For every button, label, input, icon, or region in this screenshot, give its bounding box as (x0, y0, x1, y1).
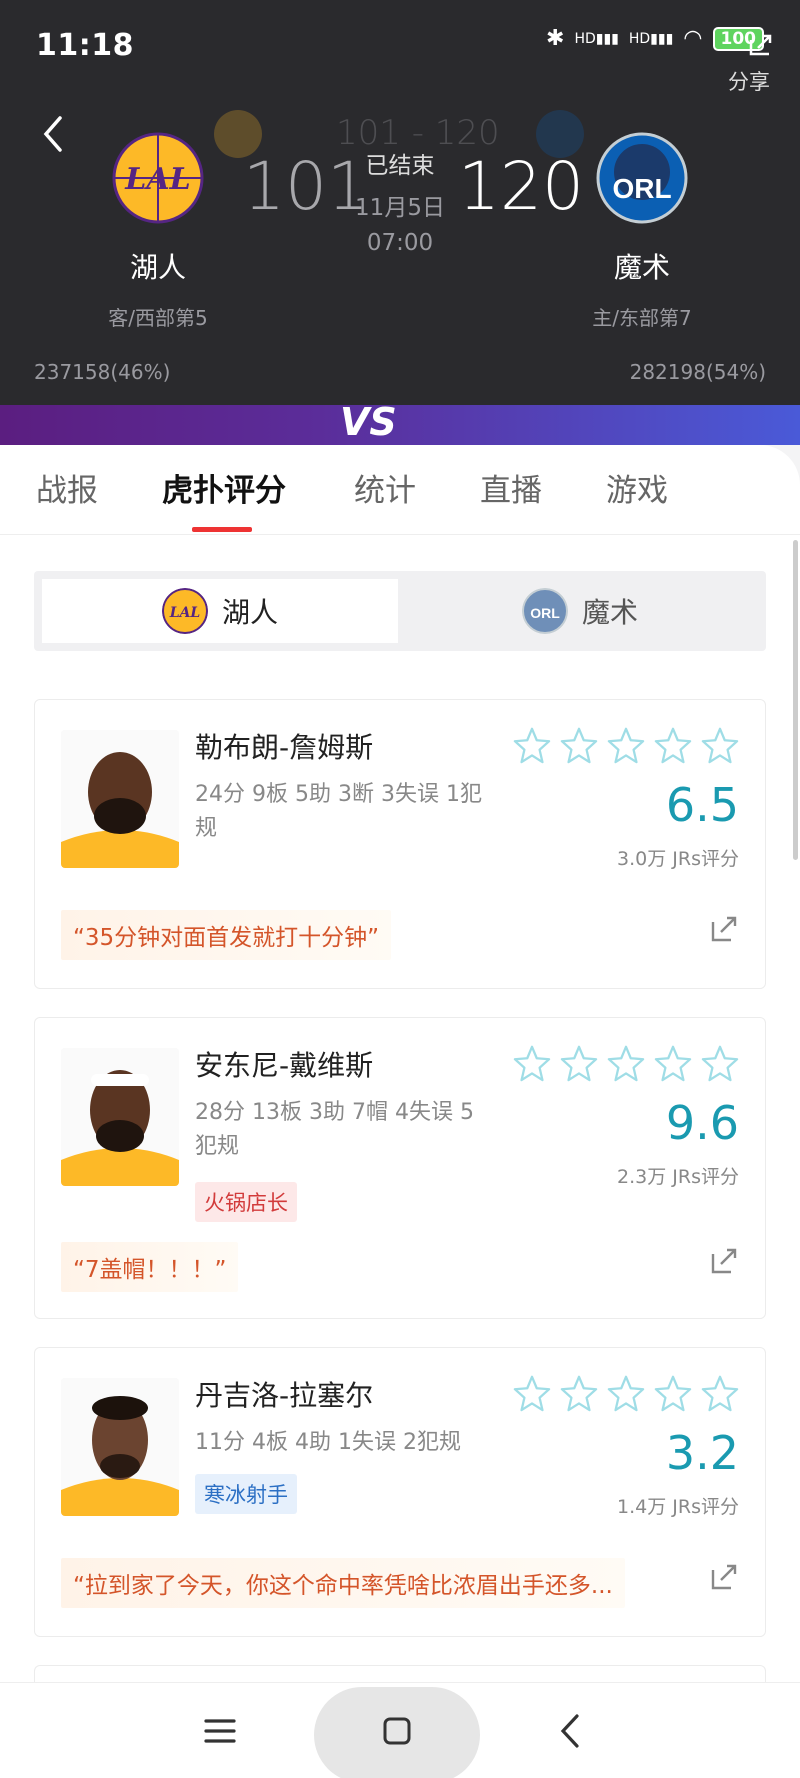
home-team-logo[interactable]: ORL (596, 132, 688, 224)
away-team-name: 湖人 (129, 251, 186, 284)
share-icon[interactable] (709, 914, 739, 944)
star-icon[interactable] (654, 1374, 692, 1412)
game-header: 11:18 ✱ HD▮▮▮ HD▮▮▮ ◠ 100 分享 101 - 120 L… (0, 0, 800, 410)
status-time: 11:18 (36, 28, 134, 63)
player-name: 勒布朗-詹姆斯 (195, 731, 374, 764)
vs-bar (0, 405, 800, 445)
share-icon[interactable] (709, 1562, 739, 1592)
star-icon[interactable] (560, 726, 598, 764)
player-avatar (61, 730, 179, 868)
star-icon[interactable] (560, 1044, 598, 1082)
team-switch-left-label: 湖人 (221, 596, 278, 629)
home-button[interactable] (366, 1683, 428, 1778)
player-card[interactable]: 安东尼-戴维斯 28分 13板 3助 7帽 4失误 5犯规 火锅店长 9.6 2… (34, 1017, 766, 1319)
scrollbar[interactable] (793, 540, 798, 860)
star-icon[interactable] (607, 1044, 645, 1082)
rating-stars[interactable] (513, 1044, 739, 1082)
star-icon[interactable] (654, 726, 692, 764)
vs-label: VS (340, 400, 397, 444)
home-team-name: 魔术 (613, 251, 670, 284)
star-icon[interactable] (701, 1374, 739, 1412)
player-avatar (61, 1048, 179, 1186)
player-tag: 寒冰射手 (195, 1474, 297, 1514)
tab-report[interactable]: 战报 (36, 465, 98, 510)
share-button[interactable]: 分享 (728, 34, 772, 96)
player-stats: 24分 9板 5助 3断 3失误 1犯规 (195, 782, 482, 841)
player-card[interactable]: 勒布朗-詹姆斯 24分 9板 5助 3断 3失误 1犯规 6.5 3.0万 JR… (34, 699, 766, 989)
player-tag: 火锅店长 (195, 1182, 297, 1222)
player-rating: 9.6 (665, 1096, 739, 1150)
star-icon[interactable] (560, 1374, 598, 1412)
ratings-content: LAL 湖人 ORL 魔术 勒布朗-詹姆斯 24分 9板 5助 3断 3失误 1… (0, 535, 800, 1705)
top-comment[interactable]: “35分钟对面首发就打十分钟” (61, 910, 392, 960)
player-card[interactable]: 丹吉洛-拉塞尔 11分 4板 4助 1失误 2犯规 寒冰射手 3.2 1.4万 … (34, 1347, 766, 1637)
star-icon[interactable] (654, 1044, 692, 1082)
star-icon[interactable] (607, 1374, 645, 1412)
star-icon[interactable] (701, 1044, 739, 1082)
team-switch-lakers[interactable]: LAL 湖人 (42, 579, 398, 643)
tab-rating[interactable]: 虎扑评分 (162, 465, 286, 510)
share-icon (749, 34, 772, 56)
signal-icon-2: HD▮▮▮ (628, 30, 674, 47)
magic-logo-icon: ORL (521, 588, 568, 634)
player-name: 安东尼-戴维斯 (195, 1049, 374, 1082)
rating-stars[interactable] (513, 1374, 739, 1412)
active-tab-indicator (192, 527, 252, 532)
away-votes: 237158(46%) (34, 360, 171, 384)
player-stats: 11分 4板 4助 1失误 2犯规 (195, 1430, 461, 1455)
home-icon (383, 1717, 411, 1745)
player-avatar (61, 1378, 179, 1516)
lakers-logo-icon: LAL (161, 588, 208, 634)
bluetooth-icon: ✱ (546, 26, 565, 51)
rating-count: 2.3万 JRs评分 (617, 1166, 739, 1188)
system-nav-bar (0, 1682, 800, 1778)
star-icon[interactable] (513, 1374, 551, 1412)
player-rating: 3.2 (665, 1426, 739, 1480)
tab-stats[interactable]: 统计 (354, 465, 416, 510)
menu-icon (204, 1719, 236, 1743)
share-icon[interactable] (709, 1246, 739, 1276)
team-switch-magic[interactable]: ORL 魔术 (402, 579, 758, 643)
wifi-icon: ◠ (683, 26, 703, 51)
tab-game[interactable]: 游戏 (606, 465, 668, 510)
magic-logo-text: ORL (530, 605, 560, 621)
player-rating: 6.5 (665, 778, 739, 832)
lakers-logo-text: LAL (169, 605, 201, 621)
star-icon[interactable] (513, 1044, 551, 1082)
away-team-rank: 客/西部第5 (108, 306, 208, 330)
share-label: 分享 (728, 70, 770, 94)
top-comment[interactable]: “7盖帽！！！” (61, 1242, 239, 1292)
team-switch-right-label: 魔术 (581, 596, 638, 629)
chevron-left-icon (560, 1714, 579, 1748)
team-switch: LAL 湖人 ORL 魔术 (34, 571, 766, 651)
rating-count: 3.0万 JRs评分 (617, 848, 739, 870)
player-name: 丹吉洛-拉塞尔 (195, 1379, 374, 1412)
top-comment[interactable]: “拉到家了今天，你这个命中率凭啥比浓眉出手还多... (61, 1558, 625, 1608)
signal-icon: HD▮▮▮ (574, 30, 619, 47)
back-button[interactable] (540, 1683, 600, 1778)
tab-live[interactable]: 直播 (480, 465, 542, 510)
menu-button[interactable] (190, 1683, 250, 1778)
star-icon[interactable] (513, 726, 551, 764)
player-stats: 28分 13板 3助 7帽 4失误 5犯规 (195, 1100, 474, 1159)
rating-count: 1.4万 JRs评分 (617, 1496, 739, 1518)
home-score: 120 (458, 148, 584, 225)
rating-stars[interactable] (513, 726, 739, 764)
star-icon[interactable] (607, 726, 645, 764)
home-votes: 282198(54%) (629, 360, 766, 384)
home-logo-text: ORL (612, 173, 671, 204)
tab-bar: 战报 虎扑评分 统计 直播 游戏 (0, 445, 800, 535)
status-icons: ✱ HD▮▮▮ HD▮▮▮ ◠ 100 (546, 26, 764, 51)
home-team-rank: 主/东部第7 (592, 306, 692, 330)
star-icon[interactable] (701, 726, 739, 764)
